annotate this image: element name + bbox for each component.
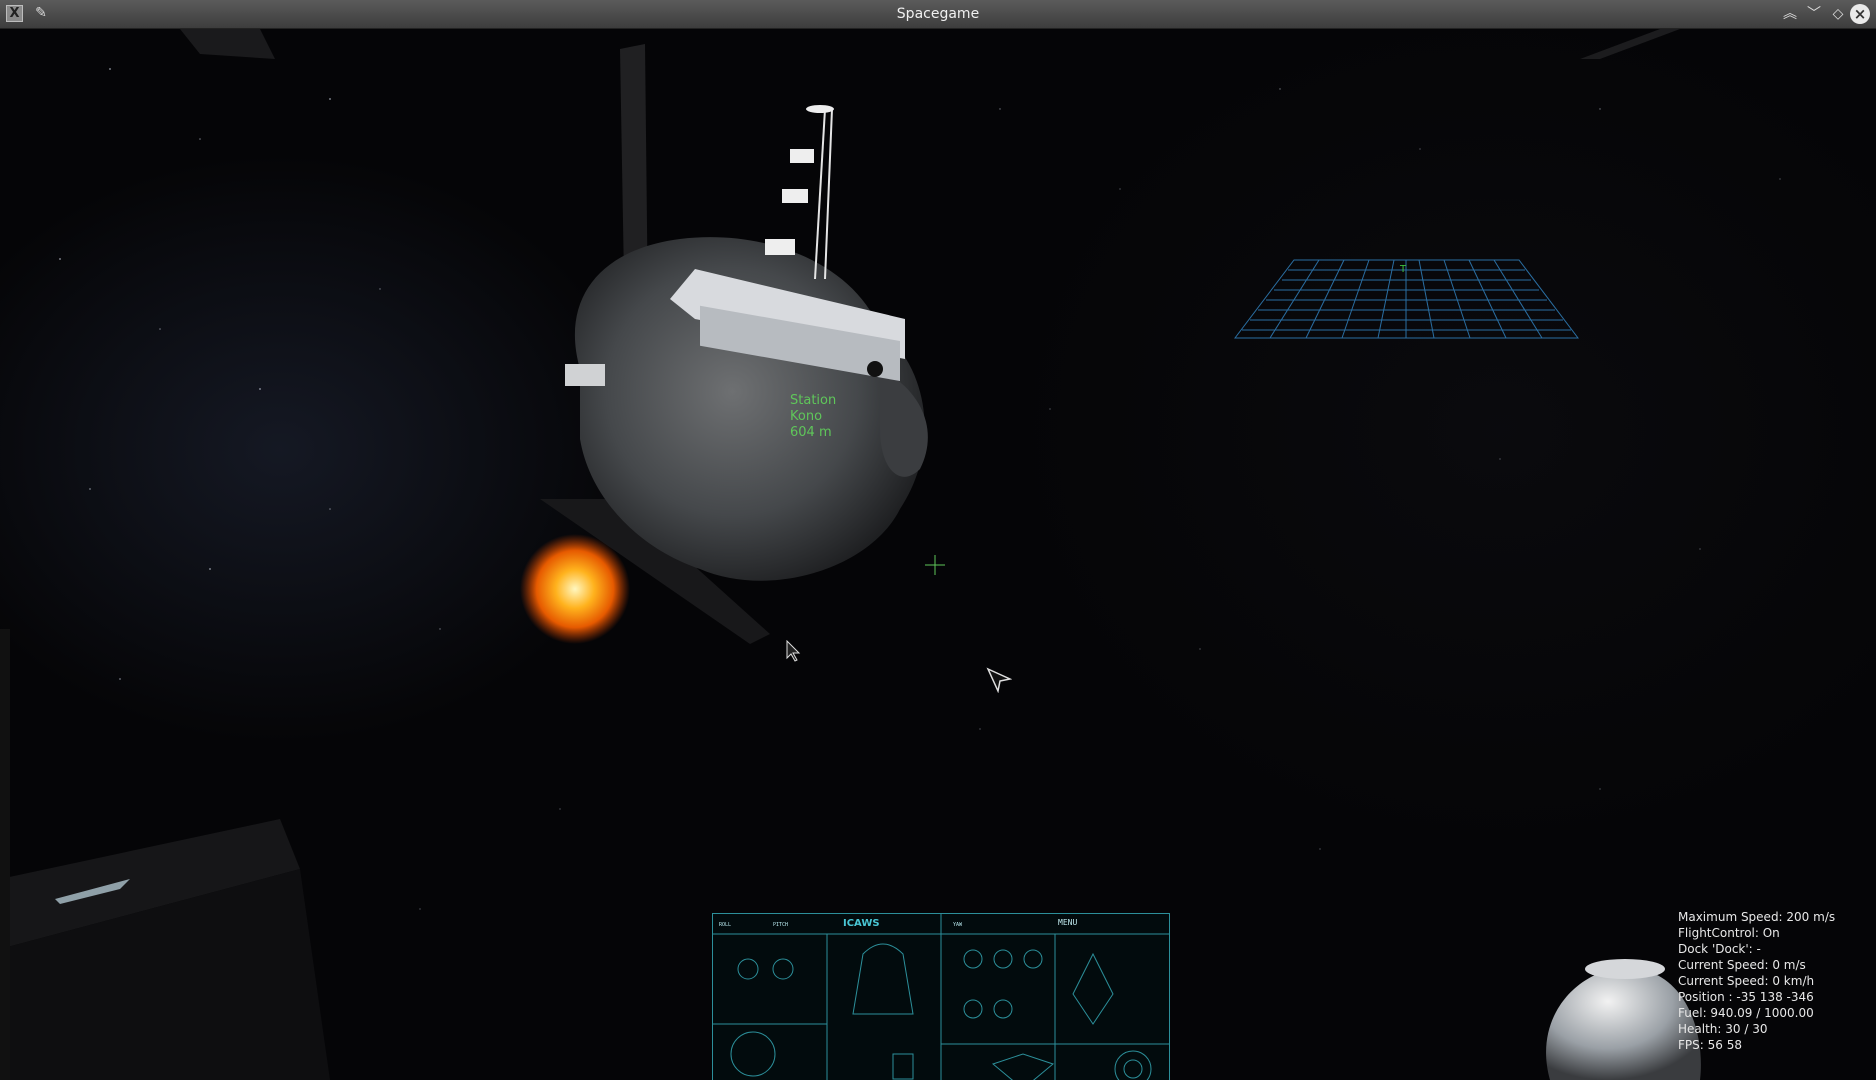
stat-position: Position : -35 138 -346 — [1678, 990, 1814, 1004]
window-title: Spacegame — [896, 6, 980, 22]
cockpit-panel[interactable]: ICAWS MENU ROLL PITCH YAW — [712, 913, 1170, 1080]
stat-speed-ms: Current Speed: 0 m/s — [1678, 958, 1806, 972]
mouse-cursor-icon — [786, 640, 801, 662]
close-icon[interactable]: × — [1850, 4, 1870, 24]
stat-max-speed: Maximum Speed: 200 m/s — [1678, 910, 1836, 924]
stat-dock: Dock 'Dock': - — [1678, 942, 1761, 956]
svg-text:PITCH: PITCH — [773, 922, 788, 928]
target-distance: 604 m — [790, 425, 832, 440]
keep-above-icon[interactable]: ︽ — [1780, 4, 1800, 24]
title-bar[interactable]: X ✎ Spacegame ︽ ﹀ ◇ × — [0, 0, 1876, 29]
stat-fps: FPS: 56 58 — [1678, 1038, 1742, 1052]
stat-flight-control: FlightControl: On — [1678, 926, 1780, 940]
stat-speed-kmh: Current Speed: 0 km/h — [1678, 974, 1815, 988]
stat-fuel: Fuel: 940.09 / 1000.00 — [1678, 1006, 1814, 1020]
target-type: Station — [790, 393, 837, 408]
crosshair-icon — [925, 555, 945, 575]
flight-direction-icon — [986, 667, 1012, 693]
svg-text:ROLL: ROLL — [719, 922, 731, 928]
game-viewport[interactable]: Station Kono 604 m T ICAWS MENU ROLL PIT… — [0, 29, 1876, 1080]
game-window: X ✎ Spacegame ︽ ﹀ ◇ × Station Kono 604 m… — [0, 0, 1876, 1080]
radar-grid: T — [1234, 259, 1579, 339]
svg-text:T: T — [1399, 264, 1407, 275]
minimize-icon[interactable]: ﹀ — [1804, 4, 1824, 24]
target-label: Station Kono 604 m — [790, 393, 836, 441]
station-kono[interactable] — [520, 69, 970, 689]
cockpit-gauges: ROLL PITCH YAW — [713, 914, 1169, 1080]
hud-stats: Maximum Speed: 200 m/s FlightControl: On… — [1678, 909, 1868, 1053]
stat-health: Health: 30 / 30 — [1678, 1022, 1768, 1036]
maximize-icon[interactable]: ◇ — [1828, 4, 1848, 24]
target-name: Kono — [790, 409, 823, 424]
svg-text:YAW: YAW — [953, 922, 963, 928]
